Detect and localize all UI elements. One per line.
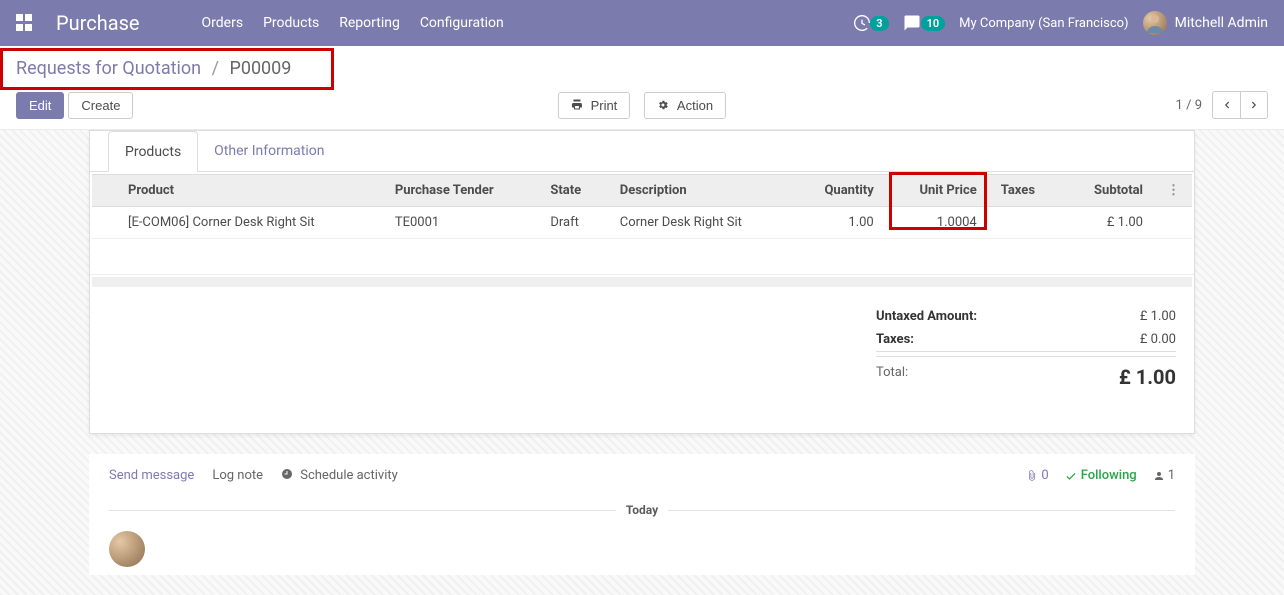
col-product[interactable]: Product — [116, 175, 383, 207]
activity-count: 3 — [870, 16, 888, 31]
edit-button[interactable]: Edit — [16, 92, 64, 119]
total-value: £ 1.00 — [1119, 365, 1176, 389]
cell-description: Corner Desk Right Sit — [608, 207, 793, 239]
clock-icon — [281, 468, 296, 483]
user-name: Mitchell Admin — [1175, 15, 1268, 31]
taxes-value: £ 0.00 — [1140, 332, 1176, 347]
untaxed-label: Untaxed Amount: — [876, 309, 977, 324]
chevron-left-icon — [1222, 100, 1232, 110]
date-separator: Today — [89, 497, 1195, 523]
check-icon — [1065, 470, 1077, 482]
log-note-button[interactable]: Log note — [212, 468, 263, 483]
schedule-activity-button[interactable]: Schedule activity — [281, 468, 398, 483]
app-title[interactable]: Purchase — [56, 11, 140, 35]
message-avatar — [109, 531, 145, 567]
followers-button[interactable]: 1 — [1153, 468, 1175, 483]
chatter: Send message Log note Schedule activity … — [89, 454, 1195, 575]
paperclip-icon — [1026, 470, 1038, 482]
print-icon — [571, 98, 587, 113]
total-label: Total: — [876, 365, 908, 389]
cell-state: Draft — [538, 207, 607, 239]
notebook-tabs: Products Other Information — [90, 131, 1194, 172]
gear-icon — [657, 98, 673, 113]
menu-reporting[interactable]: Reporting — [339, 15, 400, 31]
cell-tender: TE0001 — [383, 207, 539, 239]
send-message-button[interactable]: Send message — [109, 468, 194, 483]
col-subtotal[interactable]: Subtotal — [1063, 175, 1155, 207]
col-taxes[interactable]: Taxes — [989, 175, 1063, 207]
untaxed-value: £ 1.00 — [1140, 309, 1176, 324]
col-description[interactable]: Description — [608, 175, 793, 207]
discuss-count: 10 — [921, 16, 946, 31]
menu-products[interactable]: Products — [263, 15, 319, 31]
col-unit-price[interactable]: Unit Price — [886, 175, 989, 207]
chevron-right-icon — [1249, 100, 1259, 110]
cell-quantity: 1.00 — [793, 207, 886, 239]
col-tender[interactable]: Purchase Tender — [383, 175, 539, 207]
table-footer-bar — [92, 277, 1192, 287]
totals: Untaxed Amount: £ 1.00 Taxes: £ 0.00 Tot… — [866, 305, 1186, 393]
col-state[interactable]: State — [538, 175, 607, 207]
table-row[interactable]: [E-COM06] Corner Desk Right Sit TE0001 D… — [92, 207, 1192, 239]
attachments-button[interactable]: 0 — [1026, 468, 1048, 483]
pager-text[interactable]: 1 / 9 — [1176, 98, 1202, 113]
user-menu[interactable]: Mitchell Admin — [1143, 11, 1268, 35]
message-row — [89, 523, 1195, 575]
menu-orders[interactable]: Orders — [202, 15, 244, 31]
control-panel: Requests for Quotation / P00009 Edit Cre… — [0, 46, 1284, 130]
order-lines-table: Product Purchase Tender State Descriptio… — [92, 174, 1192, 239]
taxes-label: Taxes: — [876, 332, 914, 347]
cell-taxes — [989, 207, 1063, 239]
table-header-row: Product Purchase Tender State Descriptio… — [92, 175, 1192, 207]
top-navbar: Purchase Orders Products Reporting Confi… — [0, 0, 1284, 46]
pager-prev[interactable] — [1212, 91, 1240, 119]
breadcrumb-parent[interactable]: Requests for Quotation — [16, 58, 201, 79]
activity-icon[interactable]: 3 — [854, 15, 888, 31]
breadcrumb-separator: / — [212, 58, 219, 79]
tab-products[interactable]: Products — [108, 131, 198, 172]
discuss-icon[interactable]: 10 — [903, 14, 946, 32]
tab-other-information[interactable]: Other Information — [198, 131, 340, 171]
company-selector[interactable]: My Company (San Francisco) — [959, 16, 1128, 31]
cell-subtotal: £ 1.00 — [1063, 207, 1155, 239]
cell-unit-price: 1.0004 — [886, 207, 989, 239]
print-button[interactable]: Print — [558, 92, 630, 119]
following-button[interactable]: Following — [1065, 468, 1137, 483]
apps-icon[interactable] — [16, 14, 34, 32]
cell-product: [E-COM06] Corner Desk Right Sit — [116, 207, 383, 239]
menu-configuration[interactable]: Configuration — [420, 15, 504, 31]
breadcrumb: Requests for Quotation / P00009 — [16, 58, 291, 79]
columns-menu-icon[interactable]: ⋮ — [1167, 183, 1180, 198]
col-quantity[interactable]: Quantity — [793, 175, 886, 207]
pager-next[interactable] — [1240, 91, 1268, 119]
action-button[interactable]: Action — [644, 92, 726, 119]
avatar — [1143, 11, 1167, 35]
person-icon — [1153, 470, 1165, 482]
create-button[interactable]: Create — [68, 92, 133, 119]
breadcrumb-current: P00009 — [229, 58, 291, 79]
